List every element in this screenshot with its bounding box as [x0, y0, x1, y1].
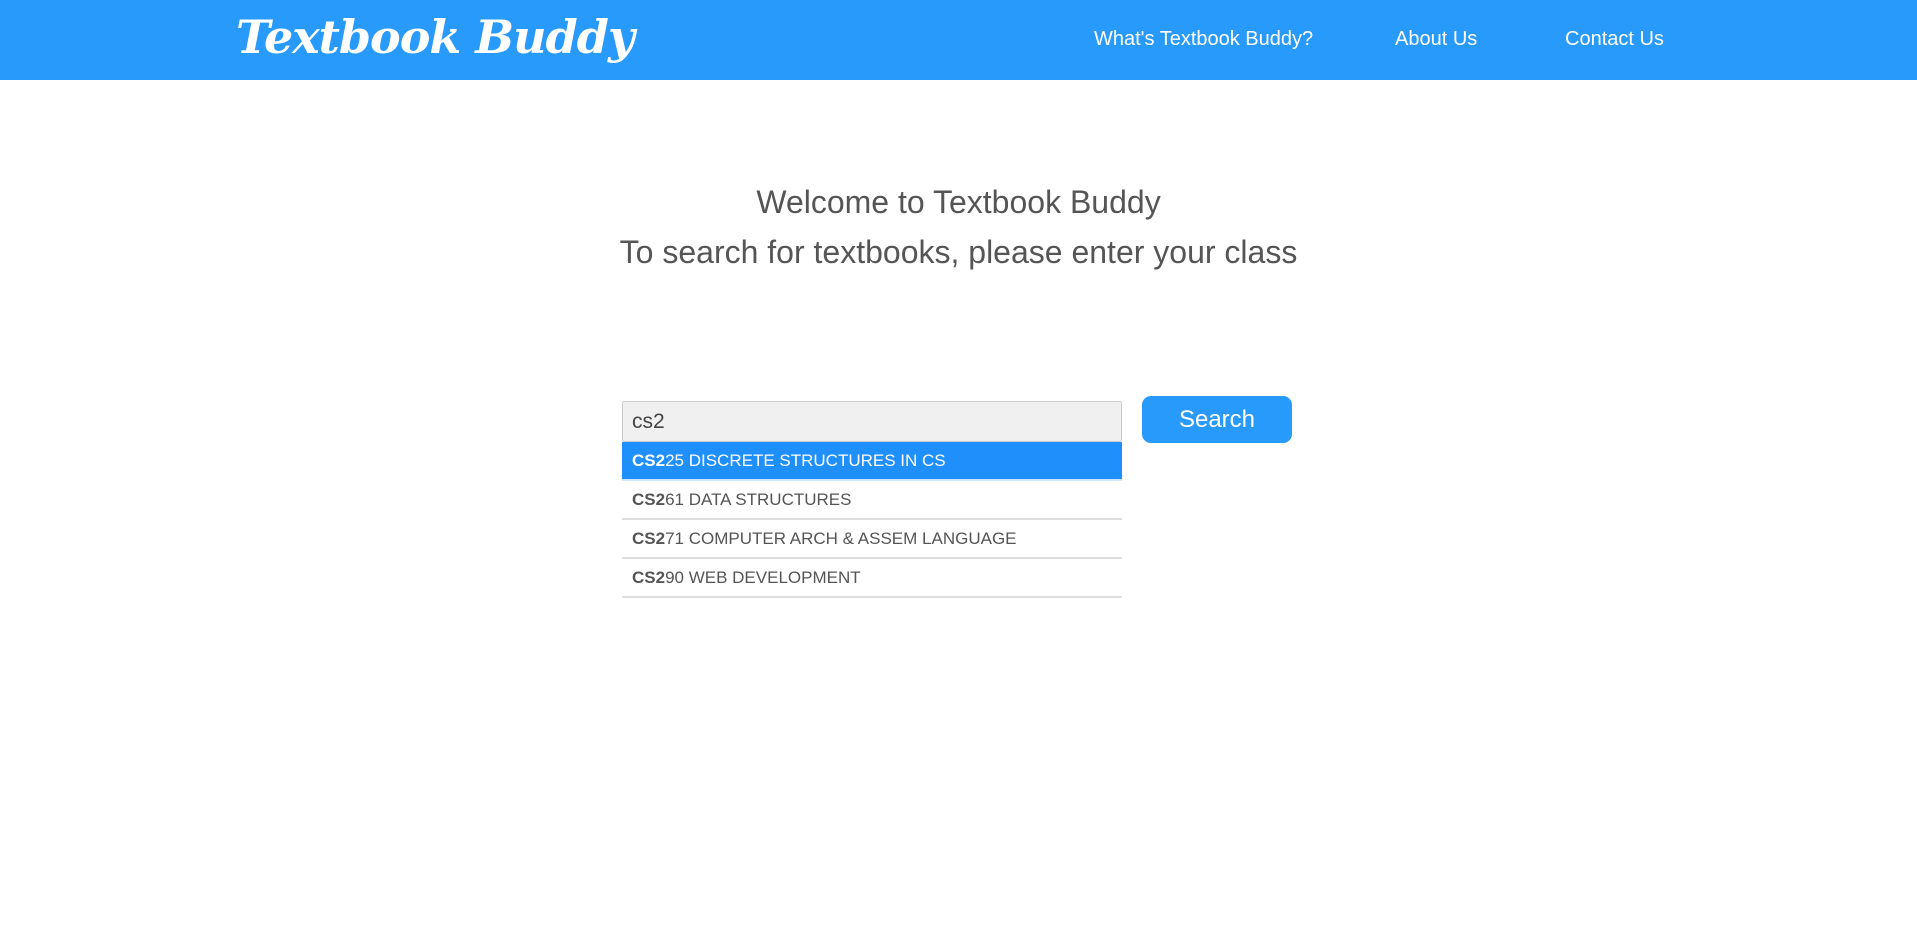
suggestion-text: 90 WEB DEVELOPMENT: [665, 568, 861, 587]
suggestion-item[interactable]: CS271 COMPUTER ARCH & ASSEM LANGUAGE: [622, 520, 1122, 559]
suggestion-item[interactable]: CS261 DATA STRUCTURES: [622, 481, 1122, 520]
suggestion-item[interactable]: CS290 WEB DEVELOPMENT: [622, 559, 1122, 598]
match-text: CS2: [632, 568, 666, 587]
header: Textbook Buddy What's Textbook Buddy? Ab…: [0, 0, 1917, 80]
search-button[interactable]: Search: [1142, 396, 1292, 443]
nav-about-us[interactable]: About Us: [1395, 28, 1477, 51]
suggestion-text: 25 DISCRETE STRUCTURES IN CS: [665, 451, 946, 470]
welcome-heading: Welcome to Textbook Buddy: [756, 184, 1161, 220]
instruction-text: To search for textbooks, please enter yo…: [619, 234, 1298, 270]
nav-contact-us[interactable]: Contact Us: [1565, 28, 1664, 51]
match-text: CS2: [632, 490, 666, 509]
nav-whats-textbook-buddy[interactable]: What's Textbook Buddy?: [1094, 28, 1313, 51]
suggestion-item[interactable]: CS225 DISCRETE STRUCTURES IN CS: [622, 442, 1122, 481]
suggestion-text: 71 COMPUTER ARCH & ASSEM LANGUAGE: [665, 529, 1017, 548]
match-text: CS2: [632, 529, 666, 548]
match-text: CS2: [632, 451, 666, 470]
logo[interactable]: Textbook Buddy: [236, 10, 635, 64]
suggestion-text: 61 DATA STRUCTURES: [665, 490, 852, 509]
autocomplete-list: CS225 DISCRETE STRUCTURES IN CS CS261 DA…: [622, 442, 1122, 598]
class-search-input[interactable]: [622, 401, 1122, 442]
